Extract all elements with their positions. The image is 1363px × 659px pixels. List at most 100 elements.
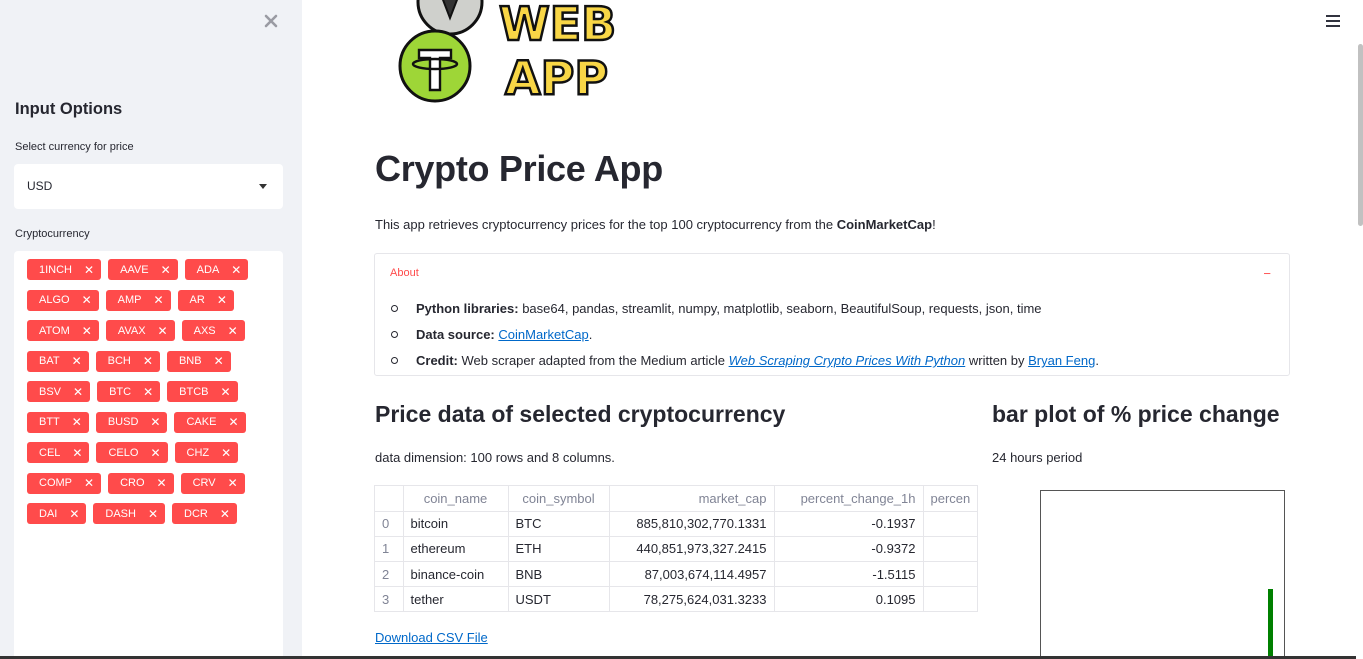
tag-label: ATOM xyxy=(39,324,70,337)
crypto-tag[interactable]: BTC ✕ xyxy=(97,381,161,402)
column-header[interactable]: percent_change_1h xyxy=(774,486,924,512)
remove-tag-icon[interactable]: ✕ xyxy=(73,386,83,398)
table-row[interactable]: 3 tether USDT 78,275,624,031.3233 0.1095 xyxy=(375,586,977,611)
tag-label: BTC xyxy=(109,385,132,398)
crypto-tag[interactable]: BUSD ✕ xyxy=(95,411,168,433)
remove-tag-icon[interactable]: ✕ xyxy=(228,325,238,337)
close-sidebar-icon[interactable] xyxy=(262,12,280,30)
crypto-tag[interactable]: BAT ✕ xyxy=(27,350,89,372)
remove-tag-icon[interactable]: ✕ xyxy=(221,447,231,459)
tag-label: CAKE xyxy=(186,416,217,428)
crypto-tag[interactable]: CRV ✕ xyxy=(180,472,245,494)
table-row[interactable]: 0 bitcoin BTC 885,810,302,770.1331 -0.1937 xyxy=(375,511,977,537)
crypto-tag[interactable]: BNB ✕ xyxy=(166,350,231,372)
crypto-tag[interactable]: CHZ ✕ xyxy=(174,442,239,463)
crypto-tag[interactable]: DAI ✕ xyxy=(27,503,87,524)
about-header[interactable]: About xyxy=(390,267,419,279)
tag-label: ALGO xyxy=(39,294,70,306)
table-row[interactable]: 2 binance-coin BNB 87,003,674,114.4957 -1.51… xyxy=(375,561,977,588)
remove-tag-icon[interactable]: ✕ xyxy=(72,355,82,367)
crypto-tag[interactable]: CAKE ✕ xyxy=(174,411,246,433)
column-header[interactable]: coin_name xyxy=(403,486,509,512)
remove-tag-icon[interactable]: ✕ xyxy=(157,477,167,489)
table-cell: 3 xyxy=(375,586,404,611)
crypto-tag[interactable]: CEL ✕ xyxy=(27,442,90,463)
remove-tag-icon[interactable]: ✕ xyxy=(228,416,238,428)
column-header[interactable]: coin_symbol xyxy=(508,486,610,512)
plot-bar xyxy=(1268,589,1273,659)
remove-tag-icon[interactable]: ✕ xyxy=(84,264,94,276)
remove-tag-icon[interactable]: ✕ xyxy=(150,416,160,428)
crypto-tag[interactable]: AVAX ✕ xyxy=(105,320,175,341)
remove-tag-icon[interactable]: ✕ xyxy=(82,294,92,306)
scrollbar-thumb[interactable] xyxy=(1358,44,1363,226)
remove-tag-icon[interactable]: ✕ xyxy=(72,416,82,428)
remove-tag-icon[interactable]: ✕ xyxy=(153,294,163,306)
table-cell xyxy=(923,586,977,611)
price-data-heading: Price data of selected cryptocurrency xyxy=(375,401,786,427)
crypto-tag[interactable]: DCR ✕ xyxy=(172,503,237,524)
price-table[interactable]: coin_name coin_symbol market_cap percent_ch… xyxy=(374,485,978,612)
crypto-tag[interactable]: DASH ✕ xyxy=(93,503,166,524)
tag-label: BTCB xyxy=(179,385,209,398)
chevron-down-icon xyxy=(259,184,267,189)
column-header[interactable] xyxy=(375,486,404,512)
crypto-tag[interactable]: AXS ✕ xyxy=(181,320,245,341)
crypto-tag[interactable]: COMP ✕ xyxy=(27,472,102,494)
remove-tag-icon[interactable]: ✕ xyxy=(82,325,92,337)
currency-select[interactable]: USD xyxy=(14,164,283,209)
table-header: coin_name coin_symbol market_cap percent_ch… xyxy=(375,486,977,512)
article-link[interactable]: Web Scraping Crypto Prices With Python xyxy=(729,353,966,368)
remove-tag-icon[interactable]: ✕ xyxy=(217,294,227,306)
tag-list: 1INCH ✕ AAVE ✕ ADA ✕ ALGO ✕ AMP ✕ AR ✕ ATOM ✕ AVAX ✕ AXS… xyxy=(27,259,279,524)
table-row[interactable]: 1 ethereum ETH 440,851,973,327.2415 -0.9372 xyxy=(375,536,977,563)
coinmarketcap-link[interactable]: CoinMarketCap xyxy=(498,327,588,342)
crypto-tag[interactable]: AR ✕ xyxy=(177,289,234,311)
list-item: Data source: CoinMarketCap. xyxy=(391,327,1099,353)
download-csv-link[interactable]: Download CSV File xyxy=(375,630,488,645)
crypto-tag[interactable]: BTT ✕ xyxy=(27,411,89,433)
remove-tag-icon[interactable]: ✕ xyxy=(228,477,238,489)
remove-tag-icon[interactable]: ✕ xyxy=(143,386,153,398)
remove-tag-icon[interactable]: ✕ xyxy=(84,477,94,489)
crypto-tag[interactable]: BTCB ✕ xyxy=(167,381,238,402)
remove-tag-icon[interactable]: ✕ xyxy=(220,508,230,520)
tag-label: ADA xyxy=(196,263,220,276)
svg-text:WEB: WEB xyxy=(499,0,616,51)
remove-tag-icon[interactable]: ✕ xyxy=(143,355,153,367)
remove-tag-icon[interactable]: ✕ xyxy=(150,447,160,459)
about-expander[interactable]: About − Python libraries: base64, pandas… xyxy=(374,253,1290,376)
remove-tag-icon[interactable]: ✕ xyxy=(220,386,230,398)
crypto-tag[interactable]: CELO ✕ xyxy=(96,442,168,463)
column-header[interactable]: market_cap xyxy=(609,486,775,512)
crypto-tag[interactable]: ATOM ✕ xyxy=(27,320,99,341)
remove-tag-icon[interactable]: ✕ xyxy=(69,508,79,520)
bar-plot-heading: bar plot of % price change xyxy=(992,401,1280,427)
tag-label: BUSD xyxy=(107,416,139,428)
currency-value: USD xyxy=(27,179,53,193)
data-dimension-text: data dimension: 100 rows and 8 columns. xyxy=(375,450,615,465)
crypto-tag[interactable]: AAVE ✕ xyxy=(108,259,178,280)
crypto-tag[interactable]: CRO ✕ xyxy=(108,472,174,494)
menu-icon[interactable] xyxy=(1326,15,1340,29)
remove-tag-icon[interactable]: ✕ xyxy=(214,355,224,367)
crypto-tag[interactable]: BCH ✕ xyxy=(95,350,160,372)
bar-plot xyxy=(1040,490,1285,659)
remove-tag-icon[interactable]: ✕ xyxy=(148,508,158,520)
crypto-tag[interactable]: AMP ✕ xyxy=(105,289,171,311)
column-header[interactable]: percen xyxy=(923,486,977,512)
author-link[interactable]: Bryan Feng xyxy=(1028,353,1095,368)
tag-label: COMP xyxy=(39,477,72,489)
remove-tag-icon[interactable]: ✕ xyxy=(72,447,82,459)
crypto-tag[interactable]: ALGO ✕ xyxy=(27,289,99,311)
collapse-icon[interactable]: − xyxy=(1263,266,1271,281)
crypto-tag[interactable]: BSV ✕ xyxy=(27,381,91,402)
tag-label: CEL xyxy=(39,446,61,459)
remove-tag-icon[interactable]: ✕ xyxy=(231,264,241,276)
tag-label: BNB xyxy=(178,355,202,367)
crypto-tag[interactable]: ADA ✕ xyxy=(184,259,249,280)
cryptocurrency-multiselect[interactable]: 1INCH ✕ AAVE ✕ ADA ✕ ALGO ✕ AMP ✕ AR ✕ ATOM ✕ AVAX ✕ AXS… xyxy=(14,251,283,659)
remove-tag-icon[interactable]: ✕ xyxy=(161,264,171,276)
remove-tag-icon[interactable]: ✕ xyxy=(158,325,168,337)
crypto-tag[interactable]: 1INCH ✕ xyxy=(27,259,102,280)
